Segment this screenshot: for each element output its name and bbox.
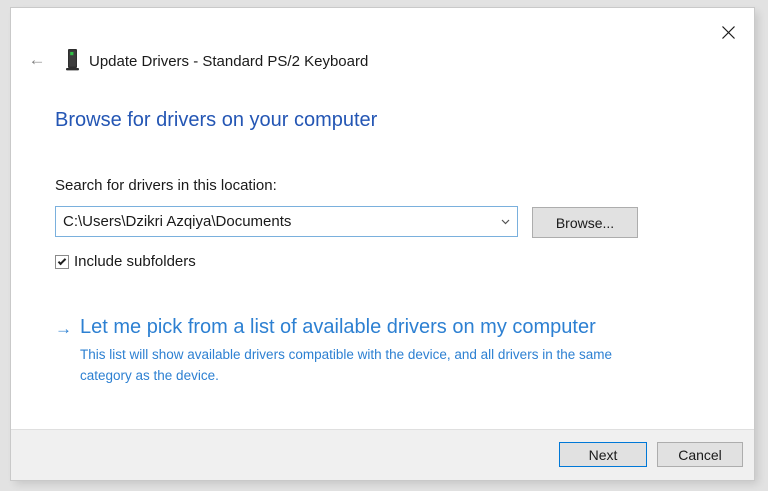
browse-button[interactable]: Browse... <box>532 207 638 238</box>
back-icon[interactable]: ← <box>25 50 49 70</box>
dialog-footer: Next Cancel <box>11 429 754 480</box>
update-drivers-dialog: ← Update Drivers - Standard PS/2 Keyboar… <box>11 8 754 480</box>
next-button[interactable]: Next <box>559 442 647 467</box>
window-title: Update Drivers - Standard PS/2 Keyboard <box>89 53 369 70</box>
pick-from-list-description: This list will show available drivers co… <box>80 347 612 383</box>
right-arrow-icon: → <box>55 319 72 338</box>
close-x-glyph <box>721 25 735 39</box>
location-label: Search for drivers in this location: <box>55 177 277 194</box>
pick-from-list-label[interactable]: Let me pick from a list of available dri… <box>80 316 596 339</box>
location-combobox[interactable] <box>55 206 518 237</box>
checkbox-box[interactable] <box>55 254 69 269</box>
driver-device-icon <box>66 49 80 77</box>
location-input[interactable] <box>56 207 493 236</box>
close-icon[interactable] <box>716 20 740 44</box>
include-subfolders-label: Include subfolders <box>74 253 196 270</box>
chevron-down-icon[interactable] <box>493 207 517 236</box>
page-title: Browse for drivers on your computer <box>55 109 378 131</box>
pick-from-list-option[interactable]: → Let me pick from a list of available d… <box>55 316 658 387</box>
checkmark-icon <box>57 256 67 265</box>
include-subfolders-checkbox[interactable]: Include subfolders <box>55 253 196 270</box>
cancel-button[interactable]: Cancel <box>657 442 743 467</box>
